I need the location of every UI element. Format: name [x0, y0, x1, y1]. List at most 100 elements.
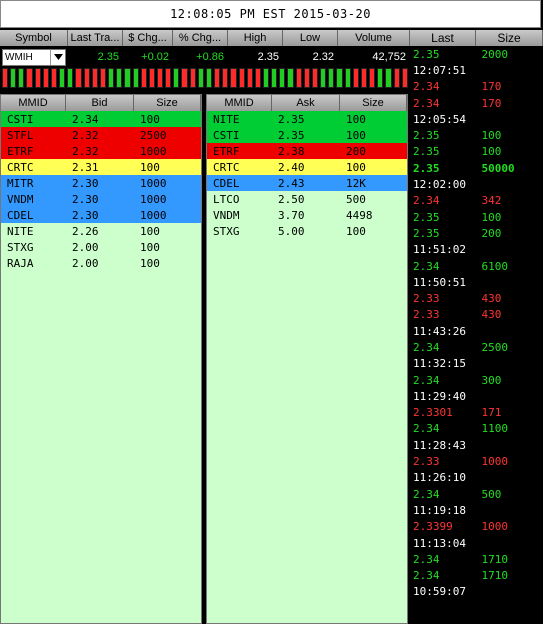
tick-block: [214, 68, 221, 88]
symbol-select[interactable]: WMIH: [2, 48, 66, 66]
ask-size: 100: [346, 160, 366, 174]
ask-row[interactable]: ETRF 2.38 200: [207, 143, 407, 159]
ask-mmid: CDEL: [213, 176, 240, 190]
header-volume[interactable]: Volume: [338, 30, 410, 46]
bid-mmid: STXG: [7, 240, 34, 254]
ask-mmid: STXG: [213, 224, 240, 238]
ask-book: MMID Ask Size NITE 2.35 100 CSTI 2.35 100 ETRF…: [206, 94, 408, 624]
ask-row[interactable]: NITE 2.35 100: [207, 111, 407, 127]
tick-block: [352, 68, 359, 88]
ask-price: 2.43: [278, 176, 305, 190]
bid-row[interactable]: CSTI 2.34 100: [1, 111, 201, 127]
tick-block: [124, 68, 131, 88]
ask-row[interactable]: STXG 5.00 100: [207, 223, 407, 239]
bid-size: 100: [140, 112, 160, 126]
bid-row[interactable]: STXG 2.00 100: [1, 239, 201, 255]
ts-trade-price: 2.35: [413, 161, 440, 175]
ts-trade-price: 2.35: [413, 129, 440, 143]
ask-row[interactable]: VNDM 3.70 4498: [207, 207, 407, 223]
bid-row[interactable]: RAJA 2.00 100: [1, 255, 201, 271]
ts-trade-row: 2.3301 171: [410, 405, 543, 421]
tick-block: [67, 68, 74, 88]
ts-time-stamp: 11:50:51: [413, 275, 466, 289]
bid-row[interactable]: CDEL 2.30 1000: [1, 207, 201, 223]
ask-size: 100: [346, 224, 366, 238]
ts-trade-size: 50000: [481, 161, 515, 175]
ts-time-stamp: 10:59:07: [413, 585, 466, 599]
tick-block: [401, 68, 408, 88]
time-and-sales-panel: Last Size 2.35 2000 12:07:51 2.34 170 2.34 170…: [410, 30, 543, 601]
bid-row[interactable]: MITR 2.30 1000: [1, 175, 201, 191]
ts-trade-row: 2.34 2500: [410, 339, 543, 355]
ts-time-stamp: 12:05:54: [413, 112, 466, 126]
header-last-trade[interactable]: Last Tra...: [68, 30, 123, 46]
bid-price: 2.00: [72, 256, 99, 270]
tick-block: [140, 68, 147, 88]
ask-size: 100: [346, 128, 366, 142]
ask-row[interactable]: CDEL 2.43 12K: [207, 175, 407, 191]
ts-trade-price: 2.33: [413, 455, 440, 469]
tick-block: [75, 68, 82, 88]
bid-row[interactable]: CRTC 2.31 100: [1, 159, 201, 175]
ts-time-stamp: 11:43:26: [413, 324, 466, 338]
bid-header-price[interactable]: Bid: [66, 95, 134, 111]
ask-header-price[interactable]: Ask: [272, 95, 340, 111]
ts-trade-size: 1000: [481, 520, 508, 534]
header-symbol[interactable]: Symbol: [0, 30, 68, 46]
header-percent-change[interactable]: % Chg...: [173, 30, 228, 46]
ts-trade-size: 200: [481, 226, 502, 240]
clock-title: 12:08:05 PM EST 2015-03-20: [0, 0, 541, 28]
bid-price: 2.32: [72, 128, 99, 142]
ts-trade-size: 342: [481, 194, 502, 208]
bid-row[interactable]: STFL 2.32 2500: [1, 127, 201, 143]
ask-price: 2.38: [278, 144, 305, 158]
bid-header-mmid[interactable]: MMID: [1, 95, 66, 111]
ts-trade-price: 2.34: [413, 259, 440, 273]
header-low[interactable]: Low: [283, 30, 338, 46]
bid-row[interactable]: VNDM 2.30 1000: [1, 191, 201, 207]
ts-trade-price: 2.35: [413, 145, 440, 159]
ts-trade-size: 300: [481, 373, 502, 387]
ts-trade-price: 2.35: [413, 47, 440, 61]
bid-row[interactable]: NITE 2.26 100: [1, 223, 201, 239]
symbol-value: WMIH: [5, 51, 33, 63]
ask-row[interactable]: CSTI 2.35 100: [207, 127, 407, 143]
bid-row[interactable]: ETRF 2.32 1000: [1, 143, 201, 159]
symbol-cell: WMIH: [0, 47, 68, 67]
bid-price: 2.26: [72, 224, 99, 238]
ts-time-stamp: 11:29:40: [413, 389, 466, 403]
ask-header-size[interactable]: Size: [340, 95, 407, 111]
bid-price: 2.32: [72, 144, 99, 158]
ts-trade-price: 2.35: [413, 210, 440, 224]
chevron-down-icon[interactable]: [50, 49, 65, 65]
ts-trade-price: 2.34: [413, 194, 440, 208]
ask-mmid: CRTC: [213, 160, 240, 174]
bid-size: 1000: [140, 192, 167, 206]
bid-price: 2.30: [72, 192, 99, 206]
header-dollar-change[interactable]: $ Chg...: [123, 30, 173, 46]
ask-row[interactable]: LTCO 2.50 500: [207, 191, 407, 207]
ts-header-last[interactable]: Last: [410, 30, 476, 46]
ask-mmid: CSTI: [213, 128, 240, 142]
tick-block: [320, 68, 327, 88]
bid-header-size[interactable]: Size: [134, 95, 201, 111]
header-high[interactable]: High: [228, 30, 283, 46]
ask-rows: NITE 2.35 100 CSTI 2.35 100 ETRF 2.38 200 CRTC 2.4…: [207, 111, 407, 239]
low-value: 2.32: [312, 51, 334, 63]
ask-mmid: NITE: [213, 112, 240, 126]
ask-price: 5.00: [278, 224, 305, 238]
ts-time-stamp: 11:32:15: [413, 357, 466, 371]
bid-size: 1000: [140, 144, 167, 158]
ts-trade-size: 100: [481, 145, 502, 159]
ask-header-mmid[interactable]: MMID: [207, 95, 272, 111]
ts-trade-size: 171: [481, 406, 502, 420]
bid-size: 100: [140, 160, 160, 174]
ts-trade-size: 2000: [481, 47, 508, 61]
ts-header-size[interactable]: Size: [476, 30, 543, 46]
tick-block: [254, 68, 261, 88]
ask-row[interactable]: CRTC 2.40 100: [207, 159, 407, 175]
time-sales-header: Last Size: [410, 30, 543, 46]
ts-trade-row: 2.34 170: [410, 95, 543, 111]
volume-value: 42,752: [372, 51, 406, 63]
tick-block: [91, 68, 98, 88]
